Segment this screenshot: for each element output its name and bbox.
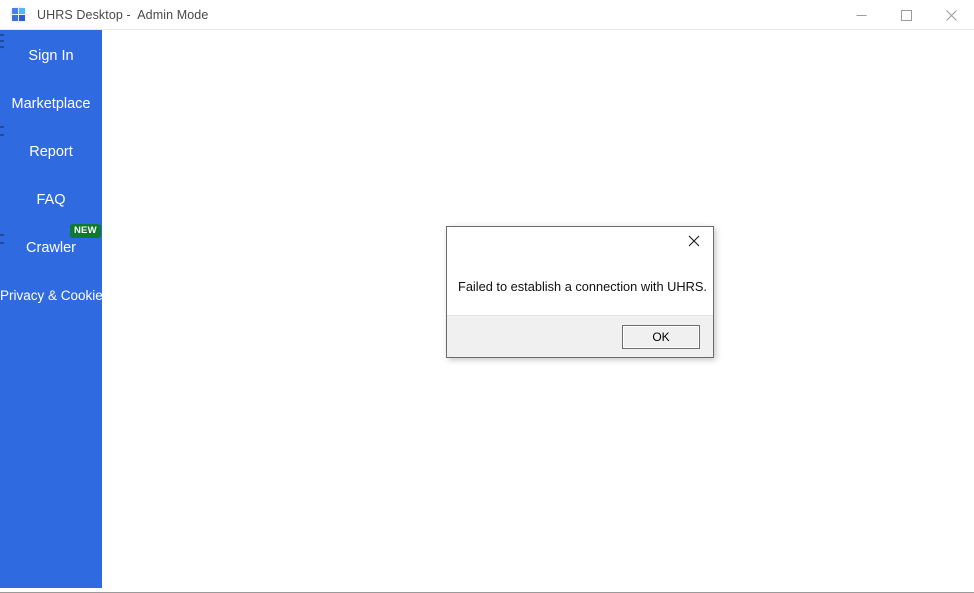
title-bar: UHRS Desktop - Admin Mode [0,0,974,30]
dialog-close-icon[interactable] [675,227,713,255]
sidebar-item-label: FAQ [36,192,66,208]
uhrs-app-icon [10,6,27,23]
close-icon[interactable] [929,0,974,30]
new-badge: NEW [70,224,101,238]
sidebar-item-report[interactable]: Report [0,143,102,161]
ok-button[interactable]: OK [622,325,700,349]
app-window: UHRS Desktop - Admin Mode Sign In Market… [0,0,974,593]
sidebar-item-sign-in[interactable]: Sign In [0,47,102,65]
maximize-icon[interactable] [884,0,929,30]
sidebar-item-privacy-and-cookies[interactable]: Privacy & Cookies [0,287,102,305]
sidebar-item-label: Marketplace [11,96,91,112]
window-title: UHRS Desktop - Admin Mode [37,7,209,22]
error-dialog: Failed to establish a connection with UH… [446,226,714,358]
sidebar-item-marketplace[interactable]: Marketplace [0,95,102,113]
minimize-icon[interactable] [839,0,884,30]
sidebar-item-label: Crawler [26,240,76,256]
sidebar-item-crawler[interactable]: Crawler NEW [0,224,102,257]
dialog-footer: OK [447,315,713,357]
dialog-message: Failed to establish a connection with UH… [458,278,707,294]
sidebar: Sign In Marketplace Report FAQ Crawler N… [0,30,102,588]
window-controls [839,0,974,30]
dialog-body: Failed to establish a connection with UH… [447,255,713,317]
sidebar-item-label: Privacy & Cookies [0,288,102,303]
sidebar-item-label: Report [29,144,73,160]
sidebar-item-label: Sign In [28,48,74,64]
sidebar-item-faq[interactable]: FAQ [0,191,102,209]
